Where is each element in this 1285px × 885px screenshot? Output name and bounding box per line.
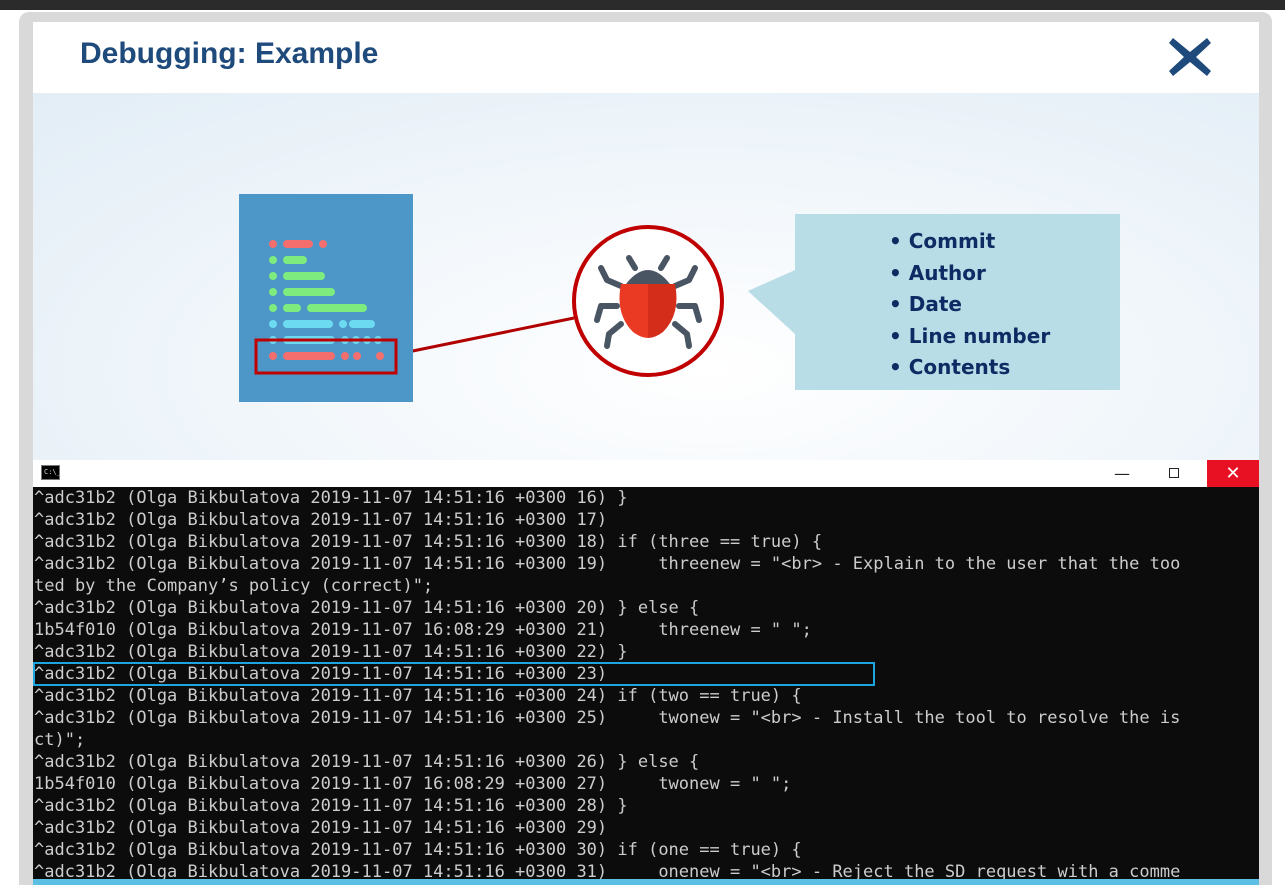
callout-list: Commit Author Date Line number Contents: [889, 226, 1050, 384]
console-line: ^adc31b2 (Olga Bikbulatova 2019-11-07 14…: [34, 752, 700, 772]
slide-illustration: Commit Author Date Line number Contents: [33, 93, 1259, 460]
bug-icon: [571, 224, 725, 378]
console-line: 1b54f010 (Olga Bikbulatova 2019-11-07 16…: [34, 774, 792, 794]
console-line: ^adc31b2 (Olga Bikbulatova 2019-11-07 14…: [34, 840, 802, 860]
cmd-icon: C:\_: [41, 465, 61, 480]
maximize-icon: [1169, 468, 1179, 478]
panel-header: Debugging: Example: [33, 22, 1259, 93]
console-titlebar: C:\_ — ✕: [33, 460, 1259, 487]
minimize-button[interactable]: —: [1099, 460, 1145, 487]
console-window: C:\_ — ✕ ^adc31b2 (Olga Bikbulatova 2019…: [33, 460, 1259, 885]
bottom-strip: [33, 879, 1259, 885]
console-line: ^adc31b2 (Olga Bikbulatova 2019-11-07 14…: [34, 598, 700, 618]
console-line: ^adc31b2 (Olga Bikbulatova 2019-11-07 14…: [34, 554, 1181, 574]
console-line: ^adc31b2 (Olga Bikbulatova 2019-11-07 14…: [34, 642, 628, 662]
console-line: ^adc31b2 (Olga Bikbulatova 2019-11-07 14…: [34, 488, 628, 508]
console-line: ted by the Company’s policy (correct)";: [34, 576, 434, 596]
maximize-button[interactable]: [1151, 460, 1197, 487]
page-title: Debugging: Example: [80, 37, 379, 70]
console-output: ^adc31b2 (Olga Bikbulatova 2019-11-07 14…: [33, 487, 1259, 885]
code-document-icon: [239, 194, 413, 402]
callout-item-line-number: Line number: [889, 321, 1050, 353]
callout-item-date: Date: [889, 289, 1050, 321]
console-line: ct)";: [34, 730, 86, 750]
console-close-button[interactable]: ✕: [1207, 460, 1259, 487]
cmd-icon-label: C:\_: [44, 468, 61, 476]
top-bar: [0, 0, 1285, 10]
console-line: ^adc31b2 (Olga Bikbulatova 2019-11-07 14…: [34, 818, 608, 838]
console-line: ^adc31b2 (Olga Bikbulatova 2019-11-07 14…: [34, 796, 628, 816]
console-line: 1b54f010 (Olga Bikbulatova 2019-11-07 16…: [34, 620, 812, 640]
console-line: ^adc31b2 (Olga Bikbulatova 2019-11-07 14…: [34, 532, 823, 552]
highlighted-line-box: [33, 662, 875, 686]
lesson-panel: Debugging: Example • Commit • Author • D…: [33, 22, 1259, 885]
callout-item-commit: Commit: [889, 226, 1050, 258]
callout-item-author: Author: [889, 258, 1050, 290]
console-line: ^adc31b2 (Olga Bikbulatova 2019-11-07 14…: [34, 686, 802, 706]
callout-item-contents: Contents: [889, 352, 1050, 384]
close-x-icon[interactable]: [1167, 34, 1213, 80]
console-line: ^adc31b2 (Olga Bikbulatova 2019-11-07 14…: [34, 708, 1181, 728]
console-line: ^adc31b2 (Olga Bikbulatova 2019-11-07 14…: [34, 510, 608, 530]
